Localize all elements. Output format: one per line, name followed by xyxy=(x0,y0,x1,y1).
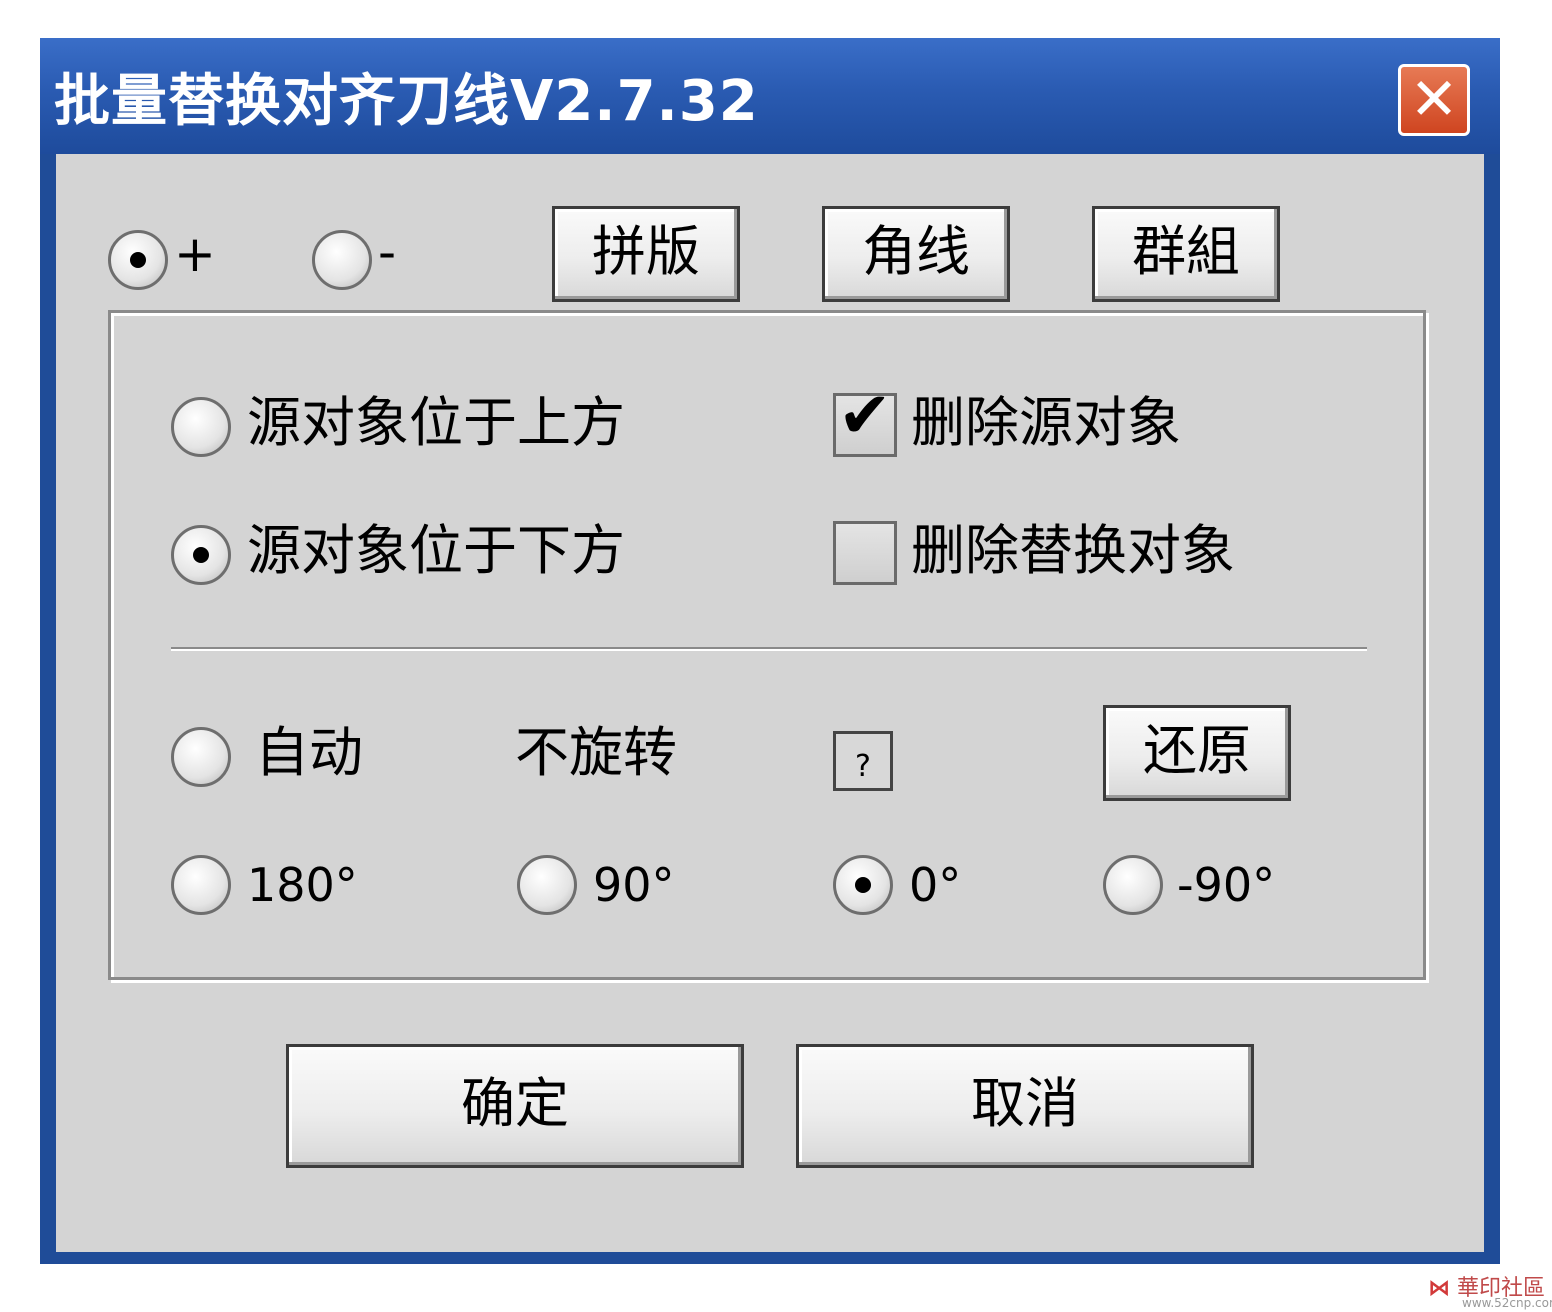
angle-0-radio[interactable] xyxy=(833,855,893,915)
restore-button[interactable]: 还原 xyxy=(1103,705,1291,801)
group-divider xyxy=(171,647,1367,651)
dialog-body: + - 拼版 角线 群組 源对象位于上方 源对象位于下方 ✔ 删除源对象 删除替… xyxy=(56,154,1484,1252)
angle-180-radio[interactable] xyxy=(171,855,231,915)
window-title: 批量替换对齐刀线V2.7.32 xyxy=(54,69,759,134)
delete-source-checkbox[interactable]: ✔ xyxy=(833,384,897,457)
delete-source-label: 删除源对象 xyxy=(911,391,1181,454)
angle-neg90-radio[interactable] xyxy=(1103,855,1163,915)
checkmark-icon: ✔ xyxy=(838,379,892,453)
site-watermark: ⋈ 華印社區 www.52cnp.com xyxy=(1428,1270,1552,1310)
mode-plus-label: + xyxy=(174,225,216,283)
angle-neg90-label: -90° xyxy=(1177,858,1276,912)
source-above-label: 源对象位于上方 xyxy=(247,391,625,454)
imposition-button[interactable]: 拼版 xyxy=(552,206,740,302)
close-button[interactable]: ✕ xyxy=(1398,64,1470,136)
mode-minus-radio[interactable] xyxy=(312,230,372,290)
title-bar[interactable]: 批量替换对齐刀线V2.7.32 ✕ xyxy=(40,38,1500,154)
source-below-radio[interactable] xyxy=(171,525,231,585)
source-below-label: 源对象位于下方 xyxy=(247,519,625,582)
mode-plus-radio[interactable] xyxy=(108,230,168,290)
watermark-logo-icon: ⋈ xyxy=(1428,1276,1450,1301)
angle-0-label: 0° xyxy=(909,858,962,912)
auto-rotate-radio[interactable] xyxy=(171,727,231,787)
angle-90-label: 90° xyxy=(593,858,675,912)
angle-180-label: 180° xyxy=(247,858,358,912)
help-button[interactable]: ? xyxy=(833,731,893,791)
mode-minus-label: - xyxy=(378,223,397,281)
delete-replace-checkbox[interactable] xyxy=(833,521,897,585)
watermark-url: www.52cnp.com xyxy=(1462,1296,1552,1310)
dialog-window: 批量替换对齐刀线V2.7.32 ✕ + - 拼版 角线 群組 源对象位于上方 源… xyxy=(40,38,1500,1264)
close-icon: ✕ xyxy=(1409,65,1459,133)
options-group-box: 源对象位于上方 源对象位于下方 ✔ 删除源对象 删除替换对象 自动 不旋转 ? … xyxy=(108,310,1426,980)
delete-replace-label: 删除替换对象 xyxy=(911,519,1235,582)
angle-90-radio[interactable] xyxy=(517,855,577,915)
group-button[interactable]: 群組 xyxy=(1092,206,1280,302)
auto-rotate-label: 自动 xyxy=(255,721,363,784)
corner-line-button[interactable]: 角线 xyxy=(822,206,1010,302)
no-rotate-label: 不旋转 xyxy=(515,721,677,784)
cancel-button[interactable]: 取消 xyxy=(796,1044,1254,1168)
source-above-radio[interactable] xyxy=(171,397,231,457)
ok-button[interactable]: 确定 xyxy=(286,1044,744,1168)
